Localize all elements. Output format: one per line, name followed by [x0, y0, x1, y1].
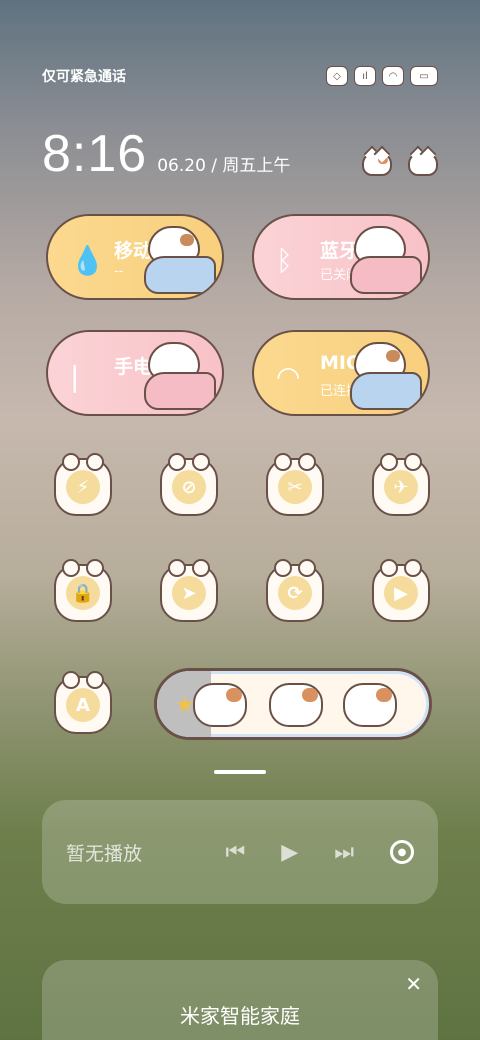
tile-wifi[interactable]: ◠ MIOffi 已连接 [252, 330, 430, 416]
blanket-decoration [144, 256, 216, 294]
blanket-decoration [350, 256, 422, 294]
edit-icon[interactable] [408, 152, 438, 176]
settings-icon[interactable] [362, 152, 392, 176]
cat-face-icon [343, 683, 397, 727]
screen-record-icon: ▶ [384, 576, 418, 610]
clock-date: 06.20 / 周五上午 [157, 156, 291, 176]
cat-face-icon [269, 683, 323, 727]
toggle-lock[interactable]: 🔒 [54, 559, 112, 622]
media-status: 暂无播放 [66, 842, 143, 865]
toggle-screenshot[interactable]: ✂ [266, 453, 324, 516]
flashlight-icon: ⚡ [66, 470, 100, 504]
smart-home-title: 米家智能家庭 [180, 1004, 300, 1028]
flashlight-icon: | [70, 360, 80, 393]
toggle-screen-record[interactable]: ▶ [372, 559, 430, 622]
media-player: 暂无播放 ⏮ ▶ ⏭ ● [42, 800, 438, 904]
close-icon[interactable]: ✕ [405, 972, 422, 996]
lock-icon: 🔒 [66, 576, 100, 610]
toggle-location[interactable]: ➤ [160, 559, 218, 622]
toggle-auto-brightness[interactable]: A [54, 671, 112, 734]
bluetooth-icon: ᛒ [276, 244, 293, 277]
carrier-label: 仅可紧急通话 [42, 69, 126, 85]
location-icon: ➤ [172, 576, 206, 610]
toggle-rotation-lock[interactable]: ⟳ [266, 559, 324, 622]
wifi-icon: ◠ [382, 66, 404, 86]
next-icon[interactable]: ⏭ [334, 840, 354, 865]
cat-face-icon [193, 683, 247, 727]
play-icon[interactable]: ▶ [281, 840, 298, 865]
tile-bluetooth[interactable]: ᛒ 蓝牙 已关闭 [252, 214, 430, 300]
star-icon: ★ [175, 693, 195, 718]
smart-home-card[interactable]: ✕ 米家智能家庭 [42, 960, 438, 1040]
toggle-do-not-disturb[interactable]: ⊘ [160, 453, 218, 516]
toggle-airplane[interactable]: ✈ [372, 453, 430, 516]
auto-brightness-icon: A [66, 688, 100, 722]
water-drop-icon: 💧 [70, 244, 105, 277]
status-icons: ◇ ıl ◠ ▭ [326, 66, 438, 86]
drag-handle[interactable] [214, 770, 266, 774]
blanket-decoration [350, 372, 422, 410]
toggle-flashlight[interactable]: ⚡ [54, 453, 112, 516]
clock-time: 8:16 [42, 125, 148, 183]
previous-icon[interactable]: ⏮ [225, 840, 245, 865]
brightness-slider[interactable]: ★ [154, 668, 432, 740]
rotate-lock-icon: ⟳ [278, 576, 312, 610]
battery-icon: ▭ [410, 66, 438, 86]
tile-sub: -- [114, 264, 124, 279]
airplane-icon: ✈ [384, 470, 418, 504]
screenshot-icon: ✂ [278, 470, 312, 504]
no-disturb-icon: ⊘ [172, 470, 206, 504]
signal-icon: ıl [354, 66, 376, 86]
no-sim-icon: ◇ [326, 66, 348, 86]
status-bar: 仅可紧急通话 ◇ ıl ◠ ▭ [42, 62, 438, 90]
tile-title: 蓝牙 [320, 240, 359, 262]
cast-icon[interactable]: ● [390, 840, 414, 864]
tile-mobile-data[interactable]: 💧 移动数据 -- [46, 214, 224, 300]
clock-row: 8:16 06.20 / 周五上午 [42, 122, 438, 182]
blanket-decoration [144, 372, 216, 410]
tile-flashlight[interactable]: | 手电筒 [46, 330, 224, 416]
wifi-icon: ◠ [276, 360, 301, 393]
